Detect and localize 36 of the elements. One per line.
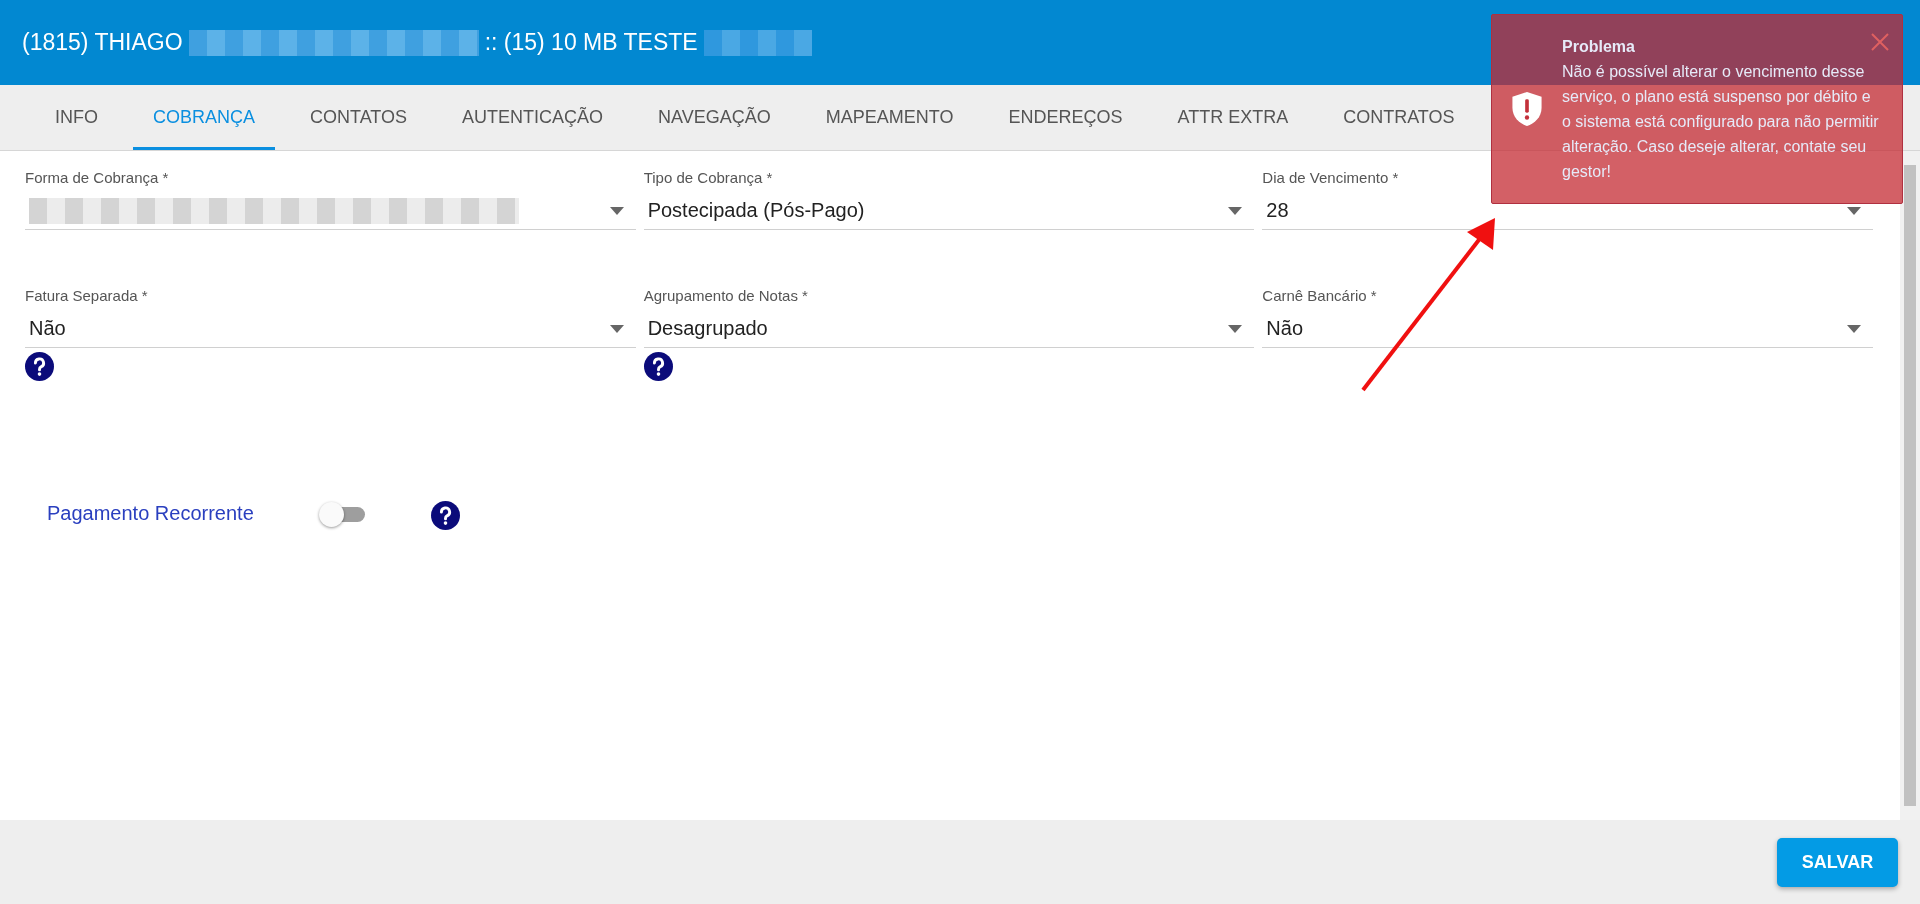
shield-icon [1512, 92, 1542, 126]
field-label: Fatura Separada * [25, 287, 148, 304]
switch-label: Pagamento Recorrente [47, 502, 255, 525]
caret-icon [1847, 206, 1861, 215]
tab[interactable]: CONTATOS [290, 85, 428, 150]
select-field[interactable]: Desagrupado [643, 310, 1255, 348]
field-label: Forma de Cobrança * [25, 169, 169, 186]
toast-title: Problema [1562, 37, 1635, 57]
caret-icon [609, 206, 624, 215]
help-icon[interactable] [431, 501, 460, 530]
tab[interactable]: ATTR EXTRA [1157, 85, 1309, 150]
tab[interactable]: CONTRATOS [1323, 85, 1475, 150]
caret-icon [1228, 324, 1243, 333]
window-title: :: (15) 10 MB TESTE [484, 29, 698, 56]
toast-message: Não é possível alterar o vencimento desse serviço, o plano está suspenso por débito e o sistema está configurado para não permitir alteração. Caso deseje alterar, contate seu gestor! [1562, 62, 1880, 182]
tab[interactable]: AUTENTICAÇÃO [442, 85, 624, 150]
select-field[interactable]: Postecipada (Pós-Pago) [643, 192, 1255, 230]
field-label: Agrupamento de Notas * [643, 287, 808, 304]
caret-icon [609, 324, 624, 333]
select-field[interactable]: Não [1262, 310, 1873, 348]
caret-icon [1847, 324, 1861, 333]
tab[interactable]: INFO [35, 85, 118, 150]
field-label: Carnê Bancário * [1262, 287, 1377, 304]
close-icon[interactable] [1870, 32, 1890, 52]
tab[interactable]: MAPEAMENTO [805, 85, 974, 150]
toggle-switch[interactable] [319, 501, 367, 526]
help-icon[interactable] [25, 352, 54, 381]
select-field[interactable]: Não [25, 310, 636, 348]
caret-icon [1228, 206, 1243, 215]
help-icon[interactable] [643, 352, 673, 381]
field-label: Tipo de Cobrança * [643, 169, 773, 186]
tab[interactable]: NAVEGAÇÃO [638, 85, 791, 150]
field-label: Dia de Vencimento * [1262, 169, 1399, 186]
tab[interactable]: ENDEREÇOS [988, 85, 1143, 150]
window-title: (1815) THIAGO [22, 29, 183, 56]
scrollbar[interactable] [1900, 151, 1920, 820]
